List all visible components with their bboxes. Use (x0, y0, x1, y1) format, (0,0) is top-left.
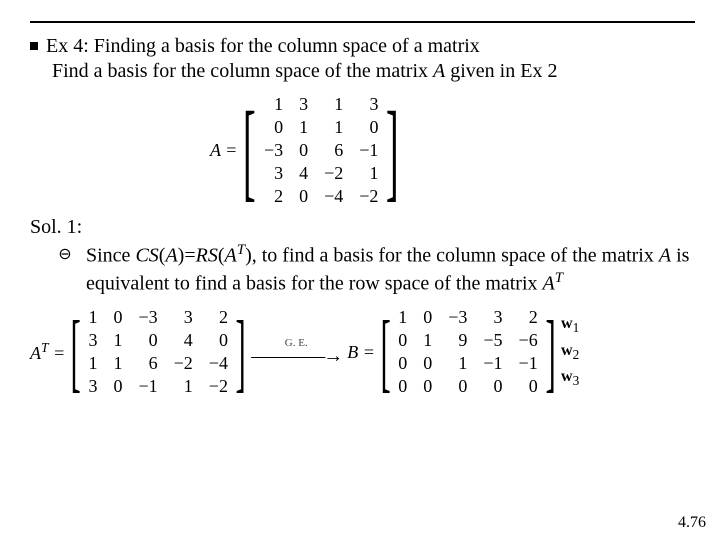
right-bracket-icon: ] (545, 313, 555, 392)
right-bracket-icon: ] (386, 102, 399, 199)
left-bracket-icon: [ (71, 313, 81, 392)
explanation-row: ⊖ Since CS(A)=RS(AT), to find a basis fo… (30, 241, 690, 296)
ge-arrow: G. E. ————→ (251, 337, 341, 368)
matrix-B-table: 10−332 019−5−6 001−1−1 00000 (390, 306, 545, 398)
matrix-AT-label: AT = (30, 340, 65, 364)
matrix-A-body: [ 1313 0110 −306−1 34−21 20−4−2 ] (243, 93, 399, 208)
heading-text: Ex 4: Finding a basis for the column spa… (46, 33, 480, 60)
solution-label: Sol. 1: (30, 216, 690, 239)
matrix-A-table: 1313 0110 −306−1 34−21 20−4−2 (256, 93, 386, 208)
slide: Ex 4: Finding a basis for the column spa… (0, 0, 720, 540)
sub-suffix: given in Ex 2 (445, 60, 557, 82)
matrix-A: A = [ 1313 0110 −306−1 34−21 20−4−2 ] (210, 93, 690, 208)
left-bracket-icon: [ (243, 102, 256, 199)
sub-prefix: Find a basis for the column space of the… (52, 60, 433, 82)
left-bracket-icon: [ (380, 313, 390, 392)
bottom-equation: AT = [ 10−332 31040 116−2−4 30−11−2 ] G.… (30, 306, 690, 398)
example-heading: Ex 4: Finding a basis for the column spa… (30, 33, 690, 60)
explanation-text: Since CS(A)=RS(AT), to find a basis for … (76, 241, 690, 296)
top-rule (30, 21, 695, 23)
matrix-AT-body: [ 10−332 31040 116−2−4 30−11−2 ] (71, 306, 245, 398)
chain-icon: ⊖ (30, 241, 76, 264)
sub-A: A (433, 60, 445, 82)
w1-label: w1 (561, 315, 579, 336)
arrow-icon: ————→ (251, 345, 341, 368)
page-number: 4.76 (678, 514, 706, 532)
row-vector-labels: w1 w2 w3 (561, 312, 579, 392)
w3-label: w3 (561, 368, 579, 389)
matrix-A-label: A = (210, 140, 237, 161)
matrix-B-body: [ 10−332 019−5−6 001−1−1 00000 ] (381, 306, 555, 398)
w2-label: w2 (561, 342, 579, 363)
example-subtitle: Find a basis for the column space of the… (30, 60, 690, 83)
bullet-icon (30, 42, 38, 50)
matrix-AT-table: 10−332 31040 116−2−4 30−11−2 (80, 306, 235, 398)
right-bracket-icon: ] (235, 313, 245, 392)
matrix-B-label: B = (347, 342, 375, 363)
